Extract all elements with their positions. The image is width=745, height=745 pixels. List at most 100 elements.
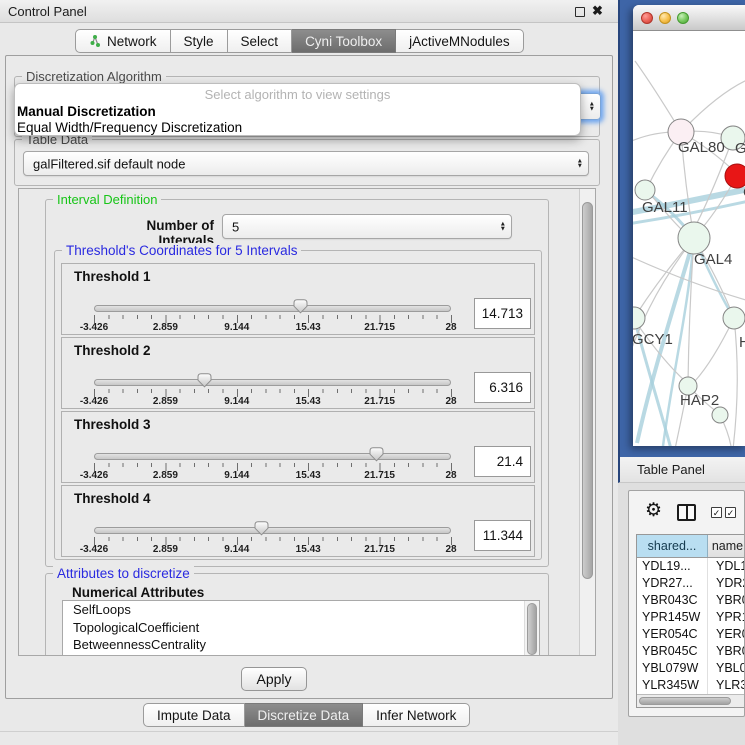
cell-name: YBL0 <box>708 660 745 677</box>
tab-jactivemnodules[interactable]: jActiveMNodules <box>396 29 524 53</box>
settings-scrollbar-thumb[interactable] <box>582 202 593 579</box>
settings-gear-icon[interactable]: ⚙ <box>645 501 662 520</box>
network-node-gcy1[interactable] <box>633 307 645 329</box>
tab-select[interactable]: Select <box>228 29 293 53</box>
tab-impute-data[interactable]: Impute Data <box>143 703 245 727</box>
node-label: H <box>739 334 745 351</box>
table-row[interactable]: YBL079WYBL0 <box>637 660 745 677</box>
tab-infer-network[interactable]: Infer Network <box>363 703 470 727</box>
tab-discretize-data[interactable]: Discretize Data <box>245 703 364 727</box>
threshold-label: Threshold 4 <box>74 491 151 506</box>
cell-name: YLR3 <box>708 677 745 694</box>
table-body: YDL19...YDL1YDR27...YDR2YBR043CYBR0YPR14… <box>637 558 745 708</box>
tab-network[interactable]: Network <box>75 29 171 53</box>
slider-track[interactable] <box>94 305 451 312</box>
attribute-item-selfloops[interactable]: SelfLoops <box>63 601 539 619</box>
split-columns-icon[interactable] <box>677 504 696 521</box>
table-row[interactable]: YDR27...YDR2 <box>637 575 745 592</box>
network-canvas[interactable]: GAL80GACGAL11GAL4GCY1HHAP2 <box>633 31 745 446</box>
column-header-shared-[interactable]: shared... <box>637 535 708 557</box>
slider-scale-label: 2.859 <box>153 470 178 481</box>
network-node-h[interactable] <box>723 307 745 329</box>
table-row[interactable]: YER054CYER0 <box>637 626 745 643</box>
network-node-gal11[interactable] <box>635 180 655 200</box>
slider-scale-label: 21.715 <box>364 322 395 333</box>
combo-arrows-icon: ▲▼ <box>589 101 595 112</box>
node-table: shared...name YDL19...YDL1YDR27...YDR2YB… <box>636 534 745 708</box>
slider-scale-label: 2.859 <box>153 544 178 555</box>
cell-shared-name: YLR345W <box>637 677 708 694</box>
slider-thumb[interactable] <box>253 520 270 536</box>
node-label: GAL80 <box>678 139 725 156</box>
slider-scale-label: -3.426 <box>80 322 108 333</box>
slider-scale-label: 15.43 <box>296 544 321 555</box>
dropdown-option-equal-width-frequency-discretization[interactable]: Equal Width/Frequency Discretization <box>17 120 242 135</box>
slider-scale-label: 2.859 <box>153 322 178 333</box>
dropdown-option-manual-discretization[interactable]: Manual Discretization <box>17 104 156 119</box>
dropdown-prompt-option[interactable]: Select algorithm to view settings <box>15 87 580 102</box>
apply-button[interactable]: Apply <box>241 667 307 691</box>
slider-scale-label: 2.859 <box>153 396 178 407</box>
node-label: GCY1 <box>633 331 673 348</box>
slider-track[interactable] <box>94 379 451 386</box>
network-node-c[interactable] <box>725 164 745 188</box>
close-icon[interactable]: ✖ <box>592 3 603 19</box>
tab-cyni-toolbox[interactable]: Cyni Toolbox <box>292 29 396 53</box>
list-scrollbar[interactable] <box>524 601 539 656</box>
cell-shared-name: YBR043C <box>637 592 708 609</box>
slider-scale-label: 28 <box>445 544 456 555</box>
threshold-value-input[interactable]: 14.713 <box>474 298 531 329</box>
table-row[interactable]: YBR043CYBR0 <box>637 592 745 609</box>
table-row[interactable]: YBR045CYBR0 <box>637 643 745 660</box>
slider-track[interactable] <box>94 527 451 534</box>
table-data-combo[interactable]: galFiltered.sif default node ▲▼ <box>23 151 589 176</box>
column-header-name[interactable]: name <box>708 535 745 557</box>
table-row[interactable]: YPR145WYPR1 <box>637 609 745 626</box>
slider-thumb[interactable] <box>368 446 385 462</box>
threshold-value-input[interactable]: 11.344 <box>474 520 531 551</box>
slider-track[interactable] <box>94 453 451 460</box>
thresholds-stack: Threshold 1-3.4262.8599.14415.4321.71528… <box>61 263 535 559</box>
minimize-traffic-light-icon[interactable] <box>659 12 671 24</box>
table-row[interactable]: YDL19...YDL1 <box>637 558 745 575</box>
attribute-item-betweennesscentrality[interactable]: BetweennessCentrality <box>63 636 539 654</box>
threshold-value-input[interactable]: 21.4 <box>474 446 531 477</box>
slider-thumb[interactable] <box>196 372 213 388</box>
checkbox-icon[interactable]: ✓ <box>725 507 736 518</box>
desktop-background: GAL80GACGAL11GAL4GCY1HHAP2 <box>618 0 745 457</box>
attribute-item-topologicalcoefficient[interactable]: TopologicalCoefficient <box>63 619 539 637</box>
slider-scale-label: 15.43 <box>296 322 321 333</box>
horizontal-scrollbar[interactable] <box>637 694 745 707</box>
network-node-gal4[interactable] <box>678 222 710 254</box>
tab-style[interactable]: Style <box>171 29 228 53</box>
network-icon <box>89 34 102 48</box>
zoom-traffic-light-icon[interactable] <box>677 12 689 24</box>
float-window-icon[interactable] <box>575 7 585 17</box>
slider-scale-label: -3.426 <box>80 470 108 481</box>
threshold-panel: Threshold 2-3.4262.8599.14415.4321.71528… <box>61 337 535 409</box>
horizontal-scrollbar-thumb[interactable] <box>639 697 731 705</box>
bottom-tab-bar: Impute DataDiscretize DataInfer Network <box>143 703 470 727</box>
interval-definition-group: Interval Definition Number of Intervals … <box>45 199 549 567</box>
numerical-attributes-list[interactable]: SelfLoopsTopologicalCoefficientBetweenne… <box>62 600 540 656</box>
tab-label: Style <box>184 30 214 53</box>
thresholds-group: Threshold's Coordinates for 5 Intervals … <box>54 250 542 560</box>
checkbox-icon[interactable]: ✓ <box>711 507 722 518</box>
table-data-combo-value: galFiltered.sif default node <box>33 156 185 171</box>
slider-thumb[interactable] <box>292 298 309 314</box>
group-title-attributes: Attributes to discretize <box>53 566 194 581</box>
num-intervals-combo[interactable]: 5 ▲▼ <box>222 214 512 239</box>
cell-shared-name: YER054C <box>637 626 708 643</box>
slider-scale-label: 28 <box>445 322 456 333</box>
table-panel-title: Table Panel <box>637 462 705 477</box>
list-scrollbar-thumb[interactable] <box>527 603 537 655</box>
network-node[interactable] <box>712 407 728 423</box>
table-row[interactable]: YLR345WYLR3 <box>637 677 745 694</box>
tab-label: Cyni Toolbox <box>305 30 382 53</box>
threshold-value-input[interactable]: 6.316 <box>474 372 531 403</box>
close-traffic-light-icon[interactable] <box>641 12 653 24</box>
cell-shared-name: YDR27... <box>637 575 708 592</box>
threshold-panel: Threshold 4-3.4262.8599.14415.4321.71528… <box>61 485 535 557</box>
panel-title: Control Panel <box>8 4 87 19</box>
settings-vertical-scrollbar[interactable] <box>579 189 595 655</box>
